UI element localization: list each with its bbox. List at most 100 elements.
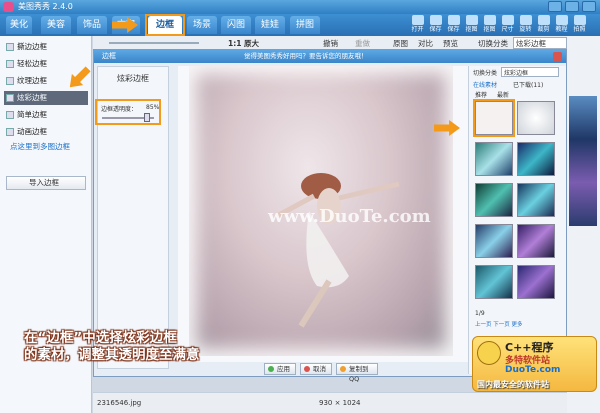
apply-button[interactable]: 应用 [264, 363, 296, 375]
category-simple-border[interactable]: 简单边框 [4, 108, 88, 122]
ad-line4: 国内最安全的软件站 [477, 380, 549, 389]
tutorial-button[interactable]: 教程 [554, 15, 569, 36]
save-icon [429, 15, 442, 25]
material-thumb-6[interactable] [517, 183, 555, 217]
opacity-slider-handle[interactable] [144, 113, 150, 122]
material-thumb-9[interactable] [475, 265, 513, 299]
right-switch-label: 切换分类 [473, 70, 498, 77]
image-toolbar-strip: 1:1 原大 撤销 重做 原图 对比 预览 切换分类 炫彩边框 [93, 36, 600, 50]
leg-shape [298, 279, 332, 328]
ad-line3: DuoTe.com [505, 365, 561, 375]
settings-title: 炫彩边框 [117, 74, 149, 83]
crop-icon [537, 15, 550, 25]
highlight-border-tab [145, 14, 185, 36]
cutout2-icon [483, 15, 496, 25]
open-icon [411, 15, 424, 25]
tab-newest[interactable]: 最新 [497, 90, 509, 99]
compare-button[interactable]: 对比 [418, 38, 433, 49]
copy-to-qq-button[interactable]: 复制到QQ [336, 363, 378, 383]
status-image-size: 930 × 1024 [319, 399, 361, 407]
cancel-icon [304, 366, 310, 372]
dialog-close-icon[interactable] [553, 52, 562, 61]
window-title: 美图秀秀 2.4.0 [18, 2, 73, 11]
cutout2-button[interactable]: 抠图 [482, 15, 497, 36]
zoom-label: 1:1 原大 [228, 39, 260, 48]
material-thumb-8[interactable] [517, 224, 555, 258]
multi-image-border-link[interactable]: 点这里到多图边框 [4, 140, 88, 154]
redo-button[interactable]: 重做 [355, 38, 370, 49]
tab-beauty[interactable]: 美容 [41, 16, 71, 34]
tab-flash[interactable]: 闪图 [221, 16, 251, 34]
arm-shape [338, 181, 400, 201]
dialog-title: 边框 [102, 52, 116, 60]
qq-icon [340, 366, 346, 372]
window-title-bar: 美图秀秀 2.4.0 [0, 0, 600, 14]
crop-button[interactable]: 裁剪 [536, 15, 551, 36]
save-as-icon [447, 15, 460, 25]
save-as-button[interactable]: 保存 [446, 15, 461, 36]
torn-border-icon [6, 43, 14, 51]
open-button[interactable]: 打开 [410, 15, 425, 36]
border-dialog: 边框 觉得美图秀秀好用吗？要告诉您的朋友哦！ 炫彩边框 边框透明度： 85% w… [93, 49, 567, 383]
material-panel: 切换分类 炫彩边框 在线素材 已下载(11) 推荐 最新 1/9 上一页 下一页… [468, 66, 566, 374]
tab-recommend[interactable]: 推荐 [475, 90, 487, 99]
opacity-value: 85% [146, 104, 160, 111]
save-button[interactable]: 保存 [428, 15, 443, 36]
ad-banner[interactable]: C++程序 多特软件站 DuoTe.com 国内最安全的软件站 [472, 336, 597, 392]
category-torn-border[interactable]: 撕边边框 [4, 40, 88, 54]
material-thumb-7[interactable] [475, 224, 513, 258]
close-icon[interactable] [582, 1, 596, 12]
tab-online-materials[interactable]: 在线素材 [473, 80, 497, 89]
animated-border-icon [6, 128, 14, 136]
texture-border-icon [6, 77, 14, 85]
simple-border-icon [6, 111, 14, 119]
cutout-button[interactable]: 抠图 [464, 15, 479, 36]
pagination-links[interactable]: 上一页 下一页 更多 [475, 320, 523, 328]
tutorial-icon [555, 15, 568, 25]
tab-collage[interactable]: 拼图 [290, 16, 320, 34]
dialog-hint: 觉得美图秀秀好用吗？要告诉您的朋友哦！ [244, 52, 368, 60]
status-filename: 2316546.jpg [97, 399, 142, 407]
camera-button[interactable]: 拍照 [572, 15, 587, 36]
highlight-selected-thumb [473, 99, 515, 137]
tab-scene[interactable]: 场景 [187, 16, 217, 34]
main-toolbar: 美化 美容 饰品 文字 边框 场景 闪图 娃娃 拼图 打开 保存 保存 抠图 抠… [0, 14, 600, 36]
tab-accessories[interactable]: 饰品 [77, 16, 107, 34]
material-thumb-5[interactable] [475, 183, 513, 217]
status-bar: 2316546.jpg 930 × 1024 [93, 392, 567, 413]
cancel-button[interactable]: 取消 [300, 363, 332, 375]
window-controls [536, 1, 596, 13]
page-info: 1/9 [475, 310, 485, 317]
size-icon [501, 15, 514, 25]
tab-beautify[interactable]: 美化 [6, 16, 32, 34]
outer-thumbs [569, 96, 597, 226]
zoom-slider[interactable] [109, 42, 199, 44]
switch-category-select[interactable]: 炫彩边框 [513, 37, 567, 49]
tab-downloaded[interactable]: 已下载(11) [513, 80, 543, 89]
size-button[interactable]: 尺寸 [500, 15, 515, 36]
undo-button[interactable]: 撤销 [323, 38, 338, 49]
rotate-button[interactable]: 旋转 [518, 15, 533, 36]
right-switch-select[interactable]: 炫彩边框 [501, 67, 559, 77]
original-button[interactable]: 原图 [393, 38, 408, 49]
mascot-icon [477, 341, 501, 365]
import-border-button[interactable]: 导入边框 [6, 176, 86, 190]
material-thumb-4[interactable] [517, 142, 555, 176]
switch-category-label: 切换分类 [478, 39, 508, 48]
category-animated-border[interactable]: 动画边框 [4, 125, 88, 139]
easy-border-icon [6, 60, 14, 68]
rotate-icon [519, 15, 532, 25]
category-easy-border[interactable]: 轻松边框 [4, 57, 88, 71]
material-thumb-10[interactable] [517, 265, 555, 299]
tab-doll[interactable]: 娃娃 [255, 16, 285, 34]
preview-button[interactable]: 预览 [443, 38, 458, 49]
apply-icon [268, 366, 274, 372]
cutout-icon [465, 15, 478, 25]
material-thumb-3[interactable] [475, 142, 513, 176]
watermark: www.DuoTe.com [268, 206, 431, 227]
minimize-icon[interactable] [548, 1, 562, 12]
category-colorful-border[interactable]: 炫彩边框 [4, 91, 88, 105]
material-thumb-2[interactable] [517, 101, 555, 135]
maximize-icon[interactable] [565, 1, 579, 12]
border-settings-panel: 炫彩边框 边框透明度： 85% [95, 66, 169, 369]
